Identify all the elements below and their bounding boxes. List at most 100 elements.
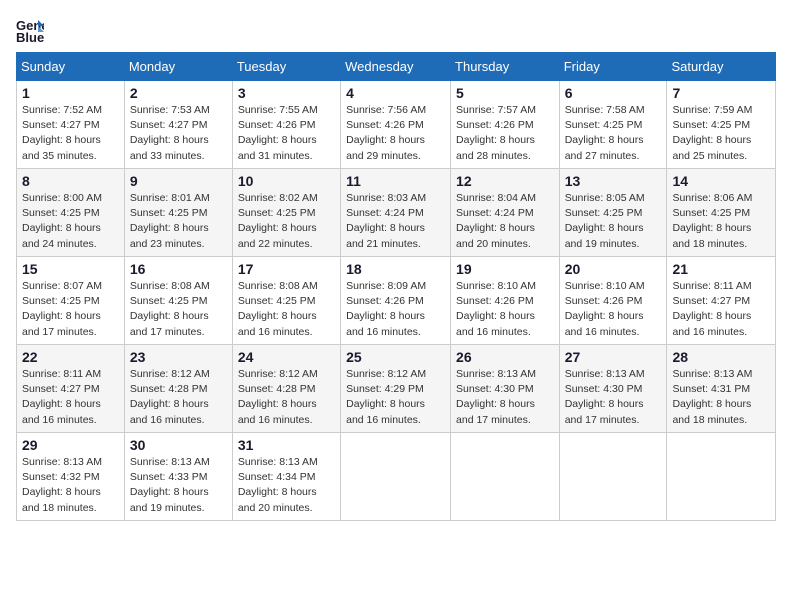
day-info: Sunrise: 8:00 AMSunset: 4:25 PMDaylight:… [22,192,102,250]
calendar-cell: 20 Sunrise: 8:10 AMSunset: 4:26 PMDaylig… [559,257,667,345]
week-row-1: 1 Sunrise: 7:52 AMSunset: 4:27 PMDayligh… [17,81,776,169]
calendar-cell: 12 Sunrise: 8:04 AMSunset: 4:24 PMDaylig… [451,169,560,257]
column-header-tuesday: Tuesday [232,53,340,81]
calendar-cell: 14 Sunrise: 8:06 AMSunset: 4:25 PMDaylig… [667,169,776,257]
day-number: 13 [565,173,662,189]
calendar-table: SundayMondayTuesdayWednesdayThursdayFrid… [16,52,776,521]
day-info: Sunrise: 8:10 AMSunset: 4:26 PMDaylight:… [456,280,536,338]
day-info: Sunrise: 8:06 AMSunset: 4:25 PMDaylight:… [672,192,752,250]
calendar-cell: 21 Sunrise: 8:11 AMSunset: 4:27 PMDaylig… [667,257,776,345]
calendar-cell: 2 Sunrise: 7:53 AMSunset: 4:27 PMDayligh… [124,81,232,169]
calendar-cell: 3 Sunrise: 7:55 AMSunset: 4:26 PMDayligh… [232,81,340,169]
calendar-cell: 17 Sunrise: 8:08 AMSunset: 4:25 PMDaylig… [232,257,340,345]
svg-text:Blue: Blue [16,30,44,44]
calendar-cell: 15 Sunrise: 8:07 AMSunset: 4:25 PMDaylig… [17,257,125,345]
day-number: 6 [565,85,662,101]
header-row: SundayMondayTuesdayWednesdayThursdayFrid… [17,53,776,81]
calendar-cell: 10 Sunrise: 8:02 AMSunset: 4:25 PMDaylig… [232,169,340,257]
day-info: Sunrise: 8:11 AMSunset: 4:27 PMDaylight:… [22,368,101,426]
calendar-cell: 11 Sunrise: 8:03 AMSunset: 4:24 PMDaylig… [341,169,451,257]
day-number: 14 [672,173,770,189]
day-number: 22 [22,349,119,365]
day-number: 27 [565,349,662,365]
day-info: Sunrise: 8:13 AMSunset: 4:30 PMDaylight:… [565,368,645,426]
day-info: Sunrise: 7:58 AMSunset: 4:25 PMDaylight:… [565,104,645,162]
day-number: 28 [672,349,770,365]
day-number: 17 [238,261,335,277]
day-number: 12 [456,173,554,189]
day-number: 23 [130,349,227,365]
day-info: Sunrise: 8:13 AMSunset: 4:32 PMDaylight:… [22,456,102,514]
day-info: Sunrise: 7:52 AMSunset: 4:27 PMDaylight:… [22,104,102,162]
day-number: 2 [130,85,227,101]
day-info: Sunrise: 8:12 AMSunset: 4:28 PMDaylight:… [238,368,318,426]
calendar-cell: 8 Sunrise: 8:00 AMSunset: 4:25 PMDayligh… [17,169,125,257]
calendar-cell: 31 Sunrise: 8:13 AMSunset: 4:34 PMDaylig… [232,433,340,521]
day-info: Sunrise: 8:08 AMSunset: 4:25 PMDaylight:… [238,280,318,338]
calendar-cell: 6 Sunrise: 7:58 AMSunset: 4:25 PMDayligh… [559,81,667,169]
calendar-cell: 29 Sunrise: 8:13 AMSunset: 4:32 PMDaylig… [17,433,125,521]
day-info: Sunrise: 8:12 AMSunset: 4:29 PMDaylight:… [346,368,426,426]
column-header-thursday: Thursday [451,53,560,81]
calendar-cell: 28 Sunrise: 8:13 AMSunset: 4:31 PMDaylig… [667,345,776,433]
calendar-cell: 23 Sunrise: 8:12 AMSunset: 4:28 PMDaylig… [124,345,232,433]
calendar-cell: 19 Sunrise: 8:10 AMSunset: 4:26 PMDaylig… [451,257,560,345]
calendar-cell: 22 Sunrise: 8:11 AMSunset: 4:27 PMDaylig… [17,345,125,433]
calendar-cell: 24 Sunrise: 8:12 AMSunset: 4:28 PMDaylig… [232,345,340,433]
day-number: 31 [238,437,335,453]
day-number: 24 [238,349,335,365]
day-number: 16 [130,261,227,277]
calendar-cell [341,433,451,521]
calendar-cell: 1 Sunrise: 7:52 AMSunset: 4:27 PMDayligh… [17,81,125,169]
day-info: Sunrise: 8:01 AMSunset: 4:25 PMDaylight:… [130,192,210,250]
logo: General Blue [16,16,48,44]
day-info: Sunrise: 7:59 AMSunset: 4:25 PMDaylight:… [672,104,752,162]
calendar-cell: 7 Sunrise: 7:59 AMSunset: 4:25 PMDayligh… [667,81,776,169]
day-number: 1 [22,85,119,101]
day-info: Sunrise: 8:05 AMSunset: 4:25 PMDaylight:… [565,192,645,250]
day-number: 18 [346,261,445,277]
day-number: 25 [346,349,445,365]
day-info: Sunrise: 8:13 AMSunset: 4:30 PMDaylight:… [456,368,536,426]
day-info: Sunrise: 8:04 AMSunset: 4:24 PMDaylight:… [456,192,536,250]
column-header-sunday: Sunday [17,53,125,81]
day-number: 26 [456,349,554,365]
day-info: Sunrise: 7:57 AMSunset: 4:26 PMDaylight:… [456,104,536,162]
day-info: Sunrise: 8:12 AMSunset: 4:28 PMDaylight:… [130,368,210,426]
calendar-cell: 30 Sunrise: 8:13 AMSunset: 4:33 PMDaylig… [124,433,232,521]
week-row-5: 29 Sunrise: 8:13 AMSunset: 4:32 PMDaylig… [17,433,776,521]
calendar-cell: 27 Sunrise: 8:13 AMSunset: 4:30 PMDaylig… [559,345,667,433]
day-info: Sunrise: 8:11 AMSunset: 4:27 PMDaylight:… [672,280,751,338]
day-number: 29 [22,437,119,453]
day-info: Sunrise: 8:13 AMSunset: 4:31 PMDaylight:… [672,368,752,426]
calendar-cell: 16 Sunrise: 8:08 AMSunset: 4:25 PMDaylig… [124,257,232,345]
calendar-cell: 25 Sunrise: 8:12 AMSunset: 4:29 PMDaylig… [341,345,451,433]
day-info: Sunrise: 8:10 AMSunset: 4:26 PMDaylight:… [565,280,645,338]
header: General Blue [16,16,776,44]
day-number: 20 [565,261,662,277]
calendar-cell: 18 Sunrise: 8:09 AMSunset: 4:26 PMDaylig… [341,257,451,345]
day-number: 11 [346,173,445,189]
column-header-monday: Monday [124,53,232,81]
week-row-3: 15 Sunrise: 8:07 AMSunset: 4:25 PMDaylig… [17,257,776,345]
calendar-cell: 13 Sunrise: 8:05 AMSunset: 4:25 PMDaylig… [559,169,667,257]
day-number: 30 [130,437,227,453]
calendar-cell [667,433,776,521]
day-info: Sunrise: 8:13 AMSunset: 4:34 PMDaylight:… [238,456,318,514]
calendar-cell: 5 Sunrise: 7:57 AMSunset: 4:26 PMDayligh… [451,81,560,169]
day-info: Sunrise: 8:03 AMSunset: 4:24 PMDaylight:… [346,192,426,250]
day-number: 9 [130,173,227,189]
column-header-wednesday: Wednesday [341,53,451,81]
day-info: Sunrise: 8:08 AMSunset: 4:25 PMDaylight:… [130,280,210,338]
day-number: 21 [672,261,770,277]
day-number: 5 [456,85,554,101]
day-number: 3 [238,85,335,101]
day-info: Sunrise: 8:13 AMSunset: 4:33 PMDaylight:… [130,456,210,514]
day-number: 15 [22,261,119,277]
calendar-cell: 4 Sunrise: 7:56 AMSunset: 4:26 PMDayligh… [341,81,451,169]
column-header-friday: Friday [559,53,667,81]
day-info: Sunrise: 8:07 AMSunset: 4:25 PMDaylight:… [22,280,102,338]
week-row-2: 8 Sunrise: 8:00 AMSunset: 4:25 PMDayligh… [17,169,776,257]
day-info: Sunrise: 7:56 AMSunset: 4:26 PMDaylight:… [346,104,426,162]
day-number: 19 [456,261,554,277]
